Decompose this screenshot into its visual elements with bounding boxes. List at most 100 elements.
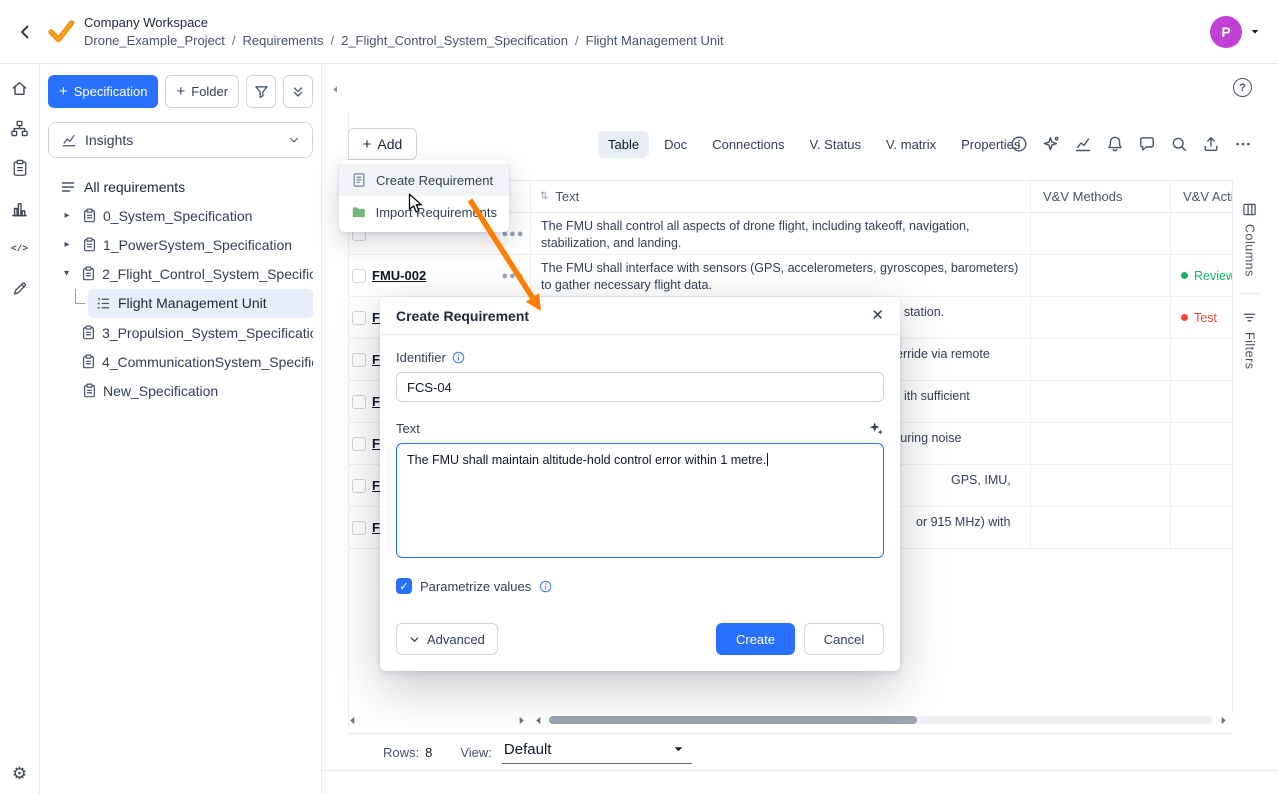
tab-v-status[interactable]: V. Status [799, 131, 871, 158]
advanced-button[interactable]: Advanced [396, 623, 498, 655]
row-checkbox-cell [348, 297, 370, 338]
ai-sparkle-icon[interactable] [868, 420, 884, 436]
requirement-text-cell[interactable]: The FMU shall control all aspects of dro… [530, 213, 1030, 254]
parametrize-checkbox[interactable]: ✓ [396, 578, 412, 594]
sidebar-item-0-system-specification[interactable]: ▸0_System_Specification [48, 201, 313, 230]
workspace-name[interactable]: Company Workspace [84, 15, 724, 30]
export-icon[interactable] [1202, 135, 1220, 153]
create-button[interactable]: Create [716, 623, 795, 655]
analysis-chart-icon[interactable] [10, 198, 30, 218]
comments-icon[interactable] [1138, 135, 1156, 153]
row-checkbox[interactable] [352, 437, 366, 451]
view-select[interactable]: Default [502, 740, 692, 764]
chevron-right-icon[interactable]: ▸ [58, 239, 76, 250]
more-options-icon[interactable] [1234, 135, 1252, 153]
chevron-right-icon[interactable]: ▸ [58, 210, 76, 221]
shell: </> ⚙ + Specification + Folder [0, 64, 1278, 794]
menu-item-import-requirements[interactable]: Import Requirements [339, 196, 509, 228]
breadcrumb-separator: / [323, 33, 341, 48]
vv-actions-column-header[interactable]: V&V Actions [1170, 181, 1232, 212]
row-checkbox[interactable] [352, 311, 366, 325]
breadcrumb-item[interactable]: 2_Flight_Control_System_Specification [341, 33, 568, 48]
vv-actions-cell[interactable] [1170, 339, 1232, 380]
row-checkbox[interactable] [352, 353, 366, 367]
table-horizontal-scrollbar[interactable] [534, 713, 1228, 727]
search-icon[interactable] [1170, 135, 1188, 153]
identifier-input[interactable] [396, 372, 884, 402]
tab-doc[interactable]: Doc [654, 131, 697, 158]
row-checkbox[interactable] [352, 269, 366, 283]
requirement-text-input[interactable]: The FMU shall maintain altitude-hold con… [396, 443, 884, 558]
vv-methods-cell[interactable] [1030, 213, 1170, 254]
settings-gear-icon[interactable]: ⚙ [12, 764, 27, 784]
collapse-panel-icon[interactable] [327, 81, 343, 97]
breadcrumb-item[interactable]: Flight Management Unit [586, 33, 724, 48]
row-checkbox[interactable] [352, 521, 366, 535]
vv-methods-cell[interactable] [1030, 381, 1170, 422]
requirement-id-link[interactable]: FMU-002 [370, 255, 496, 296]
row-menu-button[interactable]: ●●● [496, 255, 530, 296]
vv-methods-cell[interactable] [1030, 423, 1170, 464]
scrollbar-thumb[interactable] [549, 716, 917, 724]
requirement-text-cell[interactable]: The FMU shall interface with sensors (GP… [530, 255, 1030, 296]
insights-panel-toggle[interactable]: Insights [48, 122, 313, 158]
vv-methods-column-header[interactable]: V&V Methods [1030, 181, 1170, 212]
ai-sparkle-icon[interactable] [1042, 135, 1060, 153]
sidebar-item-4-communicationsystem-specifica[interactable]: 4_CommunicationSystem_Specifica [48, 347, 313, 376]
sidebar-item-new-specification[interactable]: New_Specification [48, 376, 313, 405]
tab-columns[interactable]: Columns [1242, 202, 1257, 277]
tab-v-matrix[interactable]: V. matrix [876, 131, 946, 158]
text-column-header[interactable]: ⇅ Text [530, 181, 1030, 212]
add-specification-button[interactable]: + Specification [48, 75, 158, 108]
breadcrumb-item[interactable]: Drone_Example_Project [84, 33, 225, 48]
vv-methods-cell[interactable] [1030, 507, 1170, 548]
vv-methods-cell[interactable] [1030, 465, 1170, 506]
vv-methods-cell[interactable] [1030, 339, 1170, 380]
filter-button[interactable] [246, 75, 276, 108]
activity-chart-icon[interactable] [1074, 135, 1092, 153]
tab-connections[interactable]: Connections [702, 131, 794, 158]
vv-actions-cell[interactable] [1170, 423, 1232, 464]
sidebar-item-1-powersystem-specification[interactable]: ▸1_PowerSystem_Specification [48, 230, 313, 259]
notifications-bell-icon[interactable] [1106, 135, 1124, 153]
projects-sitemap-icon[interactable] [10, 118, 30, 138]
double-chevron-down-icon [291, 85, 305, 99]
menu-item-create-requirement[interactable]: Create Requirement [339, 164, 509, 196]
row-checkbox[interactable] [352, 479, 366, 493]
vv-actions-cell[interactable] [1170, 465, 1232, 506]
tab-table[interactable]: Table [598, 131, 649, 158]
scrollbar-track[interactable] [549, 716, 1213, 724]
add-button[interactable]: + Add [348, 128, 417, 160]
vv-actions-cell[interactable] [1170, 213, 1232, 254]
sidebar-item-flight-management-unit[interactable]: Flight Management Unit [88, 289, 313, 318]
info-icon[interactable] [1010, 135, 1028, 153]
cancel-button[interactable]: Cancel [804, 623, 884, 655]
sidebar-item-all-requirements[interactable]: All requirements [48, 173, 313, 201]
row-checkbox[interactable] [352, 395, 366, 409]
sidebar-item-2-flight-control-system-specifica[interactable]: ▾2_Flight_Control_System_Specifica [48, 259, 313, 288]
frozen-columns-scrollbar[interactable] [348, 713, 526, 727]
sidebar-item-3-propulsion-system-specification[interactable]: 3_Propulsion_System_Specification [48, 318, 313, 347]
home-icon[interactable] [10, 78, 30, 98]
add-folder-button[interactable]: + Folder [165, 75, 239, 108]
status-dot [1181, 272, 1188, 279]
scrollbar-track[interactable] [363, 716, 511, 724]
back-icon[interactable] [12, 19, 38, 45]
vv-methods-cell[interactable] [1030, 297, 1170, 338]
breadcrumb-item[interactable]: Requirements [243, 33, 324, 48]
avatar[interactable]: P [1210, 16, 1242, 48]
help-icon[interactable]: ? [1233, 78, 1252, 97]
vv-actions-cell[interactable] [1170, 507, 1232, 548]
vv-actions-cell[interactable] [1170, 381, 1232, 422]
collapse-all-button[interactable] [283, 75, 313, 108]
code-icon[interactable]: </> [10, 238, 30, 258]
requirements-clipboard-icon[interactable] [10, 158, 30, 178]
chevron-down-icon[interactable]: ▾ [58, 268, 75, 279]
edit-pen-icon[interactable] [10, 278, 30, 298]
chevron-down-icon[interactable] [1250, 27, 1260, 37]
vv-methods-cell[interactable] [1030, 255, 1170, 296]
vv-actions-cell[interactable]: Test [1170, 297, 1232, 338]
tab-filters[interactable]: Filters [1242, 310, 1257, 370]
vv-actions-cell[interactable]: Review [1170, 255, 1232, 296]
close-icon[interactable]: ✕ [871, 308, 884, 323]
